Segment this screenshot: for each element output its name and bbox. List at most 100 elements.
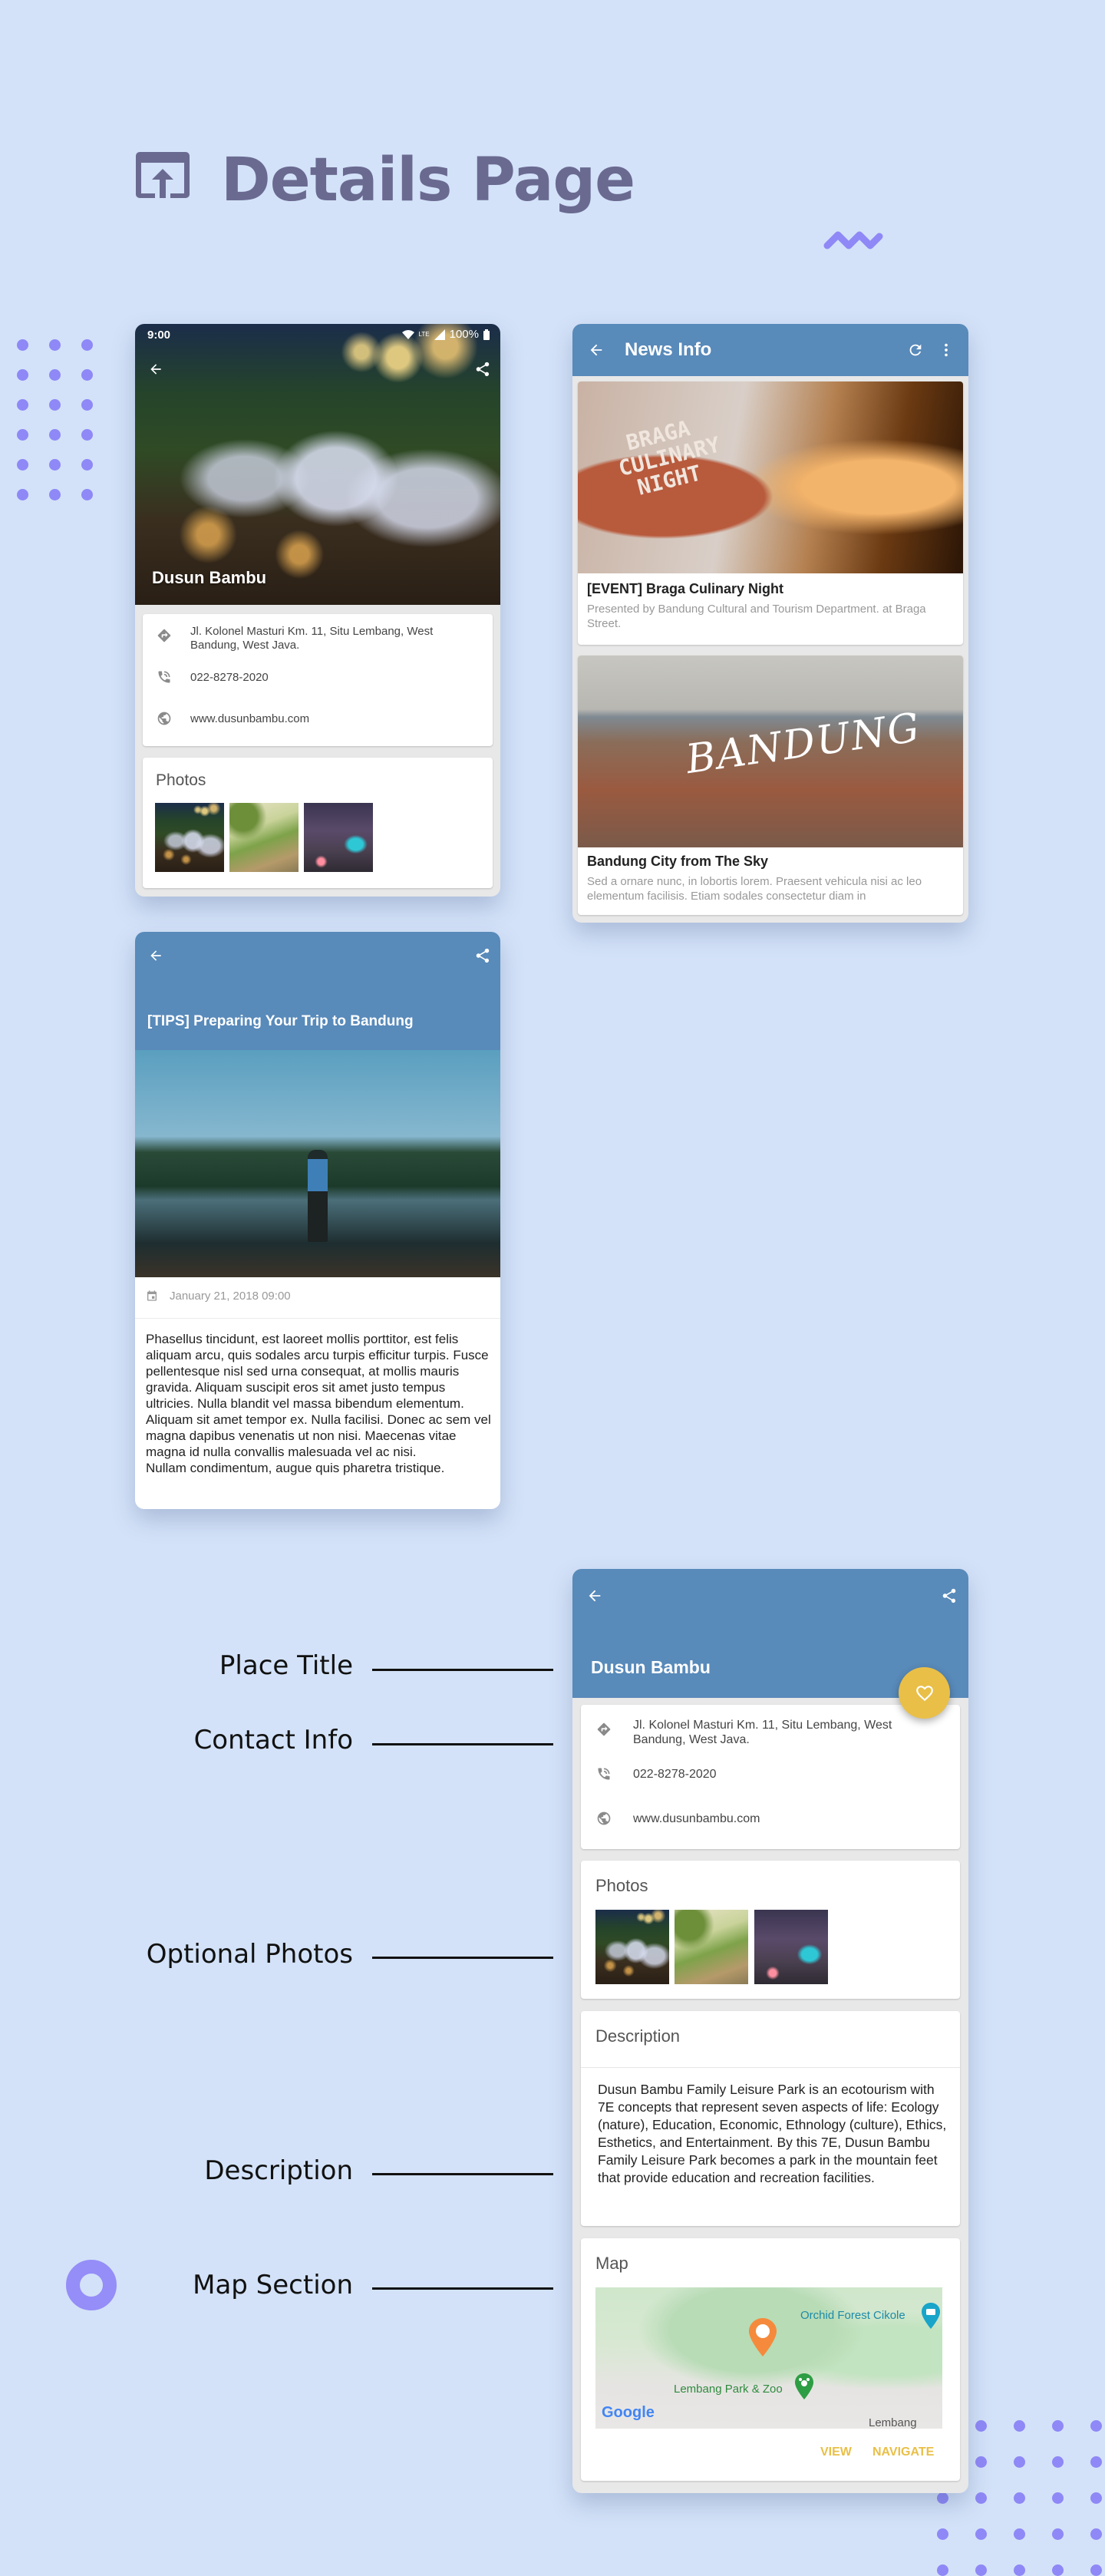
detail-photos-card: Photos (581, 1861, 960, 1999)
status-icons: LTE 100% (401, 328, 490, 341)
photo-thumbnail[interactable] (675, 1910, 748, 1984)
favorite-button[interactable] (899, 1667, 950, 1719)
phone-icon (596, 1766, 612, 1785)
website-link[interactable]: www.dusunbambu.com (190, 712, 309, 725)
website-link[interactable]: www.dusunbambu.com (633, 1812, 760, 1826)
arrow-back-icon (150, 950, 161, 961)
share-icon (476, 948, 490, 963)
detail-screen: Dusun Bambu Jl. Kolonel Masturi Km. 11, … (572, 1569, 968, 2493)
annotation-connector (372, 1669, 553, 1671)
refresh-button[interactable] (904, 339, 927, 362)
zoo-pin-icon (795, 2373, 813, 2399)
battery-icon (483, 329, 490, 340)
annotation-connector (372, 1957, 553, 1959)
detail-place-title: Dusun Bambu (591, 1657, 711, 1677)
news-app-bar: News Info (572, 324, 968, 376)
signal-icon (434, 329, 445, 340)
status-time: 9:00 (147, 329, 171, 342)
photos-card: Photos (143, 758, 493, 888)
share-icon (476, 362, 490, 377)
description-text: Dusun Bambu Family Leisure Park is an ec… (598, 2082, 947, 2185)
photo-thumbnail[interactable] (304, 803, 373, 872)
arrow-back-icon (150, 364, 161, 375)
news-screen-title: News Info (625, 339, 712, 360)
more-options-button[interactable] (935, 339, 958, 362)
battery-percent: 100% (449, 328, 479, 341)
map-heading: Map (595, 2254, 628, 2273)
news-item[interactable]: BANDUNG Bandung City from The Sky Sed a … (578, 656, 963, 915)
globe-icon (596, 1811, 612, 1830)
network-label: LTE (418, 331, 430, 338)
back-button[interactable] (144, 944, 167, 967)
back-button[interactable] (583, 1584, 606, 1607)
news-item-image: BRAGA CULINARY NIGHT (578, 381, 963, 573)
divider (135, 1318, 500, 1319)
arrow-back-icon (589, 1590, 601, 1602)
article-app-bar: [TIPS] Preparing Your Trip to Bandung (135, 932, 500, 1050)
annotation-description: Description (204, 2155, 353, 2186)
annotation-connector (372, 2173, 553, 2175)
wifi-icon (401, 329, 414, 339)
news-item-summary: Sed a ornare nunc, in lobortis lorem. Pr… (587, 875, 922, 903)
directions-icon (596, 1722, 612, 1741)
article-screen: [TIPS] Preparing Your Trip to Bandung Ja… (135, 932, 500, 1509)
map-attribution: Google (602, 2404, 655, 2421)
map-poi-label: Lembang Park & Zoo (674, 2383, 783, 2396)
article-date: January 21, 2018 09:00 (170, 1290, 291, 1303)
share-icon (942, 1588, 956, 1603)
globe-icon (157, 711, 172, 730)
article-hero-image (135, 1050, 500, 1277)
photo-thumbnail[interactable] (155, 803, 224, 872)
place-title: Dusun Bambu (152, 568, 267, 587)
place-screen: 9:00 LTE 100% Dusun Bambu Jl. Kolonel Ma… (135, 324, 500, 897)
image-watermark: BANDUNG (683, 704, 924, 784)
phone-icon (157, 669, 172, 689)
share-button[interactable] (471, 944, 494, 967)
arrow-back-icon (590, 344, 602, 356)
image-watermark: BRAGA CULINARY NIGHT (615, 415, 723, 500)
camera-pin-icon (922, 2303, 940, 2329)
description-heading: Description (595, 2026, 681, 2046)
article-body: Phasellus tincidunt, est laoreet mollis … (146, 1332, 491, 1475)
heart-outline-icon (915, 1685, 933, 1701)
address-text: Jl. Kolonel Masturi Km. 11, Situ Lembang… (190, 625, 434, 652)
contact-card: Jl. Kolonel Masturi Km. 11, Situ Lembang… (143, 614, 493, 746)
annotation-place-title: Place Title (219, 1650, 353, 1681)
news-item-image: BANDUNG (578, 656, 963, 847)
news-screen: News Info BRAGA CULINARY NIGHT [EVENT] B… (572, 324, 968, 923)
news-item-summary: Presented by Bandung Cultural and Touris… (587, 603, 926, 630)
news-item-title: Bandung City from The Sky (587, 854, 769, 869)
phone-link[interactable]: 022-8278-2020 (633, 1768, 717, 1782)
hiker-figure (308, 1150, 328, 1242)
photo-thumbnail[interactable] (229, 803, 299, 872)
photos-heading: Photos (156, 771, 206, 789)
back-button[interactable] (144, 358, 167, 381)
news-item[interactable]: BRAGA CULINARY NIGHT [EVENT] Braga Culin… (578, 381, 963, 645)
annotation-map-section: Map Section (193, 2270, 353, 2300)
phone-link[interactable]: 022-8278-2020 (190, 671, 269, 684)
annotation-connector (372, 1743, 553, 1745)
more-vertical-icon (945, 343, 948, 357)
detail-map-card: Map Orchid Forest Cikole Lembang Park & … (581, 2238, 960, 2481)
photo-thumbnail[interactable] (595, 1910, 669, 1984)
decor-zigzag (823, 231, 883, 249)
divider (581, 2067, 960, 2068)
map-poi-label: Orchid Forest Cikole (800, 2309, 905, 2322)
detail-contact-card: Jl. Kolonel Masturi Km. 11, Situ Lembang… (581, 1705, 960, 1849)
annotation-optional-photos: Optional Photos (146, 1939, 353, 1970)
map-town-label: Lembang (869, 2416, 917, 2429)
refresh-icon (909, 344, 922, 356)
navigate-button[interactable]: NAVIGATE (872, 2446, 934, 2459)
calendar-icon (146, 1290, 158, 1306)
photos-heading: Photos (595, 1876, 648, 1895)
detail-description-card: Description Dusun Bambu Family Leisure P… (581, 2011, 960, 2226)
news-item-title: [EVENT] Braga Culinary Night (587, 581, 784, 596)
back-button[interactable] (585, 339, 608, 362)
photo-thumbnail[interactable] (754, 1910, 828, 1984)
map-preview[interactable]: Orchid Forest Cikole Lembang Park & Zoo … (595, 2287, 942, 2429)
view-button[interactable]: VIEW (820, 2446, 852, 2459)
decor-dot-grid-left (17, 339, 93, 500)
directions-icon (157, 628, 172, 647)
share-button[interactable] (471, 358, 494, 381)
share-button[interactable] (938, 1584, 961, 1607)
